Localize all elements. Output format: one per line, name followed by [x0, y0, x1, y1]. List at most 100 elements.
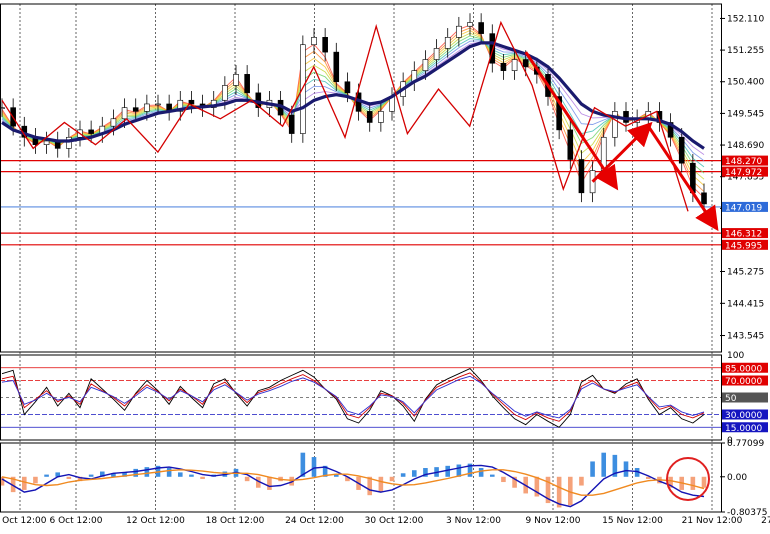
- candle-body: [366, 111, 373, 123]
- time-label: 30 Oct 12:00: [365, 516, 424, 526]
- macd-bar: [400, 473, 406, 477]
- macd-bar: [177, 472, 183, 477]
- macd-bar: [579, 476, 584, 486]
- time-label: 2 Oct 12:00: [0, 516, 47, 526]
- candle-body: [500, 62, 507, 71]
- candle-body: [511, 59, 518, 71]
- ribbon-line: [1, 32, 705, 180]
- macd-bar: [21, 476, 27, 490]
- candle-body: [188, 99, 195, 105]
- macd-bar: [66, 476, 72, 479]
- macd-bar: [267, 476, 272, 490]
- macd-bar: [701, 476, 707, 488]
- candle-body: [300, 44, 306, 134]
- macd-bar: [445, 465, 451, 477]
- macd-bar: [144, 467, 150, 477]
- time-label: 6 Oct 12:00: [50, 516, 103, 526]
- time-label: 15 Nov 12:00: [602, 516, 663, 526]
- candle-body: [478, 22, 484, 34]
- candle-body: [456, 25, 462, 38]
- zigzag-line: [1, 20, 689, 212]
- macd-bar: [189, 474, 194, 477]
- candle-body: [333, 51, 340, 83]
- label-layer: 2 Oct 12:006 Oct 12:00 12 Oct 12:00 18 Oct…: [0, 14, 770, 526]
- candle-body: [121, 107, 128, 120]
- macd-line: [1, 469, 705, 496]
- chart-svg: 2 Oct 12:006 Oct 12:00 12 Oct 12:00 18 Oct…: [0, 3, 770, 526]
- price-tick-label: 151.255: [727, 46, 764, 56]
- candle-body: [88, 129, 94, 134]
- macd-bar: [133, 468, 139, 477]
- ribbon-line: [1, 35, 705, 174]
- macd-bar: [200, 476, 205, 479]
- panel-frame: [0, 3, 722, 353]
- candle-body: [222, 85, 228, 101]
- macd-tick-label: 0.00: [727, 473, 747, 483]
- osc-tick-label: 30.0000: [725, 411, 762, 421]
- macd-bar: [44, 474, 49, 477]
- candle-body: [578, 159, 585, 194]
- candle-body: [43, 140, 50, 145]
- macd-line: [1, 464, 705, 508]
- level-label: 146.312: [725, 230, 762, 240]
- candle-body: [422, 59, 429, 71]
- candle-body: [155, 103, 161, 106]
- osc-tick-label: 70.0000: [725, 377, 762, 387]
- level-label: 147.972: [725, 168, 762, 178]
- candle-body: [344, 81, 351, 94]
- time-label: 12 Oct 12:00: [126, 516, 185, 526]
- moving-average-line: [1, 41, 705, 150]
- macd-bar: [311, 457, 317, 477]
- macd-bar: [166, 468, 172, 477]
- macd-bar: [690, 476, 696, 490]
- time-label: 18 Oct 12:00: [206, 516, 265, 526]
- series-layer: [0, 13, 719, 508]
- chart-root: 2 Oct 12:006 Oct 12:00 12 Oct 12:00 18 Oct…: [0, 0, 770, 530]
- price-tick-label: 144.415: [727, 299, 764, 309]
- macd-bar: [378, 476, 384, 493]
- macd-bar: [389, 476, 395, 482]
- candle-body: [110, 118, 117, 127]
- macd-bar: [478, 468, 484, 477]
- price-tick-label: 149.545: [727, 109, 764, 119]
- osc-line: [1, 368, 705, 428]
- macd-tick-label: -0.80375: [727, 508, 767, 518]
- osc-tick-label: 85.0000: [725, 364, 762, 374]
- macd-bar: [88, 474, 94, 477]
- frame-layer: [0, 3, 725, 513]
- price-tick-label: 145.275: [727, 267, 764, 277]
- osc-tick-label: 100: [727, 351, 744, 361]
- candle-body: [144, 103, 150, 112]
- macd-bar: [244, 476, 250, 482]
- candle-body: [567, 129, 574, 160]
- macd-bar: [489, 474, 495, 477]
- macd-bar: [601, 452, 607, 477]
- candle-body: [378, 111, 384, 123]
- candle-body: [288, 114, 295, 134]
- osc-tick-label: 50: [725, 394, 737, 404]
- candle-body: [311, 37, 317, 46]
- level-label: 148.270: [725, 157, 762, 167]
- candle-body: [444, 37, 451, 49]
- candle-body: [522, 59, 529, 68]
- candle-body: [433, 48, 440, 60]
- candle-body: [678, 136, 685, 164]
- candle-body: [233, 74, 239, 86]
- time-label: 3 Nov 12:00: [446, 516, 501, 526]
- osc-tick-label: 15.0000: [725, 424, 762, 434]
- macd-bar: [623, 461, 629, 477]
- candle-body: [244, 74, 250, 94]
- candle-body: [132, 107, 139, 112]
- candle-body: [66, 136, 72, 149]
- macd-tick-label: 0.77099: [727, 439, 764, 449]
- time-label: 9 Nov 12:00: [526, 516, 581, 526]
- level-label: 145.995: [725, 241, 762, 251]
- macd-bar: [411, 470, 417, 477]
- macd-bar: [590, 461, 595, 477]
- candle-body: [701, 192, 707, 205]
- macd-bar: [501, 476, 506, 483]
- price-tick-label: 148.690: [727, 141, 764, 151]
- macd-bar: [33, 476, 38, 484]
- price-tick-label: 150.400: [727, 78, 764, 88]
- candle-body: [322, 37, 328, 53]
